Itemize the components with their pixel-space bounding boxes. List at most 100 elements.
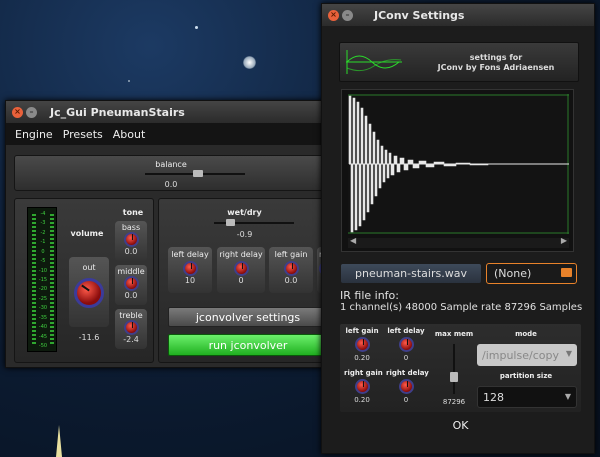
right-gain-label: right gain [344, 369, 383, 377]
volume-value: -11.6 [78, 333, 100, 342]
left-delay-knob[interactable] [182, 261, 198, 276]
balance-value: 0.0 [164, 180, 178, 189]
jconv-header: settings for JConv by Fons Adriaensen [339, 42, 579, 82]
mode-value: /impulse/copy [482, 348, 559, 362]
waveform-scrollbar[interactable]: ◀ ▶ [348, 236, 569, 248]
treble-value: -2.4 [123, 335, 139, 344]
meter-scale-label: -50 [38, 343, 48, 349]
left-delay-control: left delay 0 [386, 327, 426, 362]
volume-knob-box: out [69, 257, 109, 327]
right-delay-value: 0 [238, 276, 244, 285]
ok-button[interactable]: OK [340, 414, 581, 436]
scroll-left-icon[interactable]: ◀ [350, 236, 356, 245]
level-meter: -4 -3 -2 -1 0 -5 -10 -15 -20 -25 -30 -35 -40 -45 -50 [27, 207, 57, 352]
right-gain-control: right gain 0.20 [344, 369, 383, 404]
bass-value: 0.0 [124, 247, 138, 256]
volume-tone-panel: -4 -3 -2 -1 0 -5 -10 -15 -20 -25 -30 -35 -40 -45 -50 v… [14, 198, 154, 363]
right-delay-control: right delay 0 [386, 369, 429, 404]
close-icon[interactable]: × [12, 106, 23, 118]
max-mem-slider-track[interactable] [453, 344, 455, 394]
left-gain-control: left gain 0.20 [344, 327, 380, 362]
max-mem-slider-handle[interactable] [450, 372, 458, 382]
wetdry-label: wet/dry [227, 208, 262, 217]
balance-panel: balance 0.0 [14, 155, 328, 191]
left-gain-label: left gain [345, 327, 379, 335]
bass-knob[interactable] [123, 232, 139, 247]
tone-label: tone [122, 208, 144, 217]
bass-label: bass [121, 223, 141, 232]
meter-scale-label: 0 [41, 248, 45, 255]
meter-scale-label: -5 [40, 258, 46, 265]
meter-scale-label: -40 [38, 324, 48, 331]
partition-size-value: 128 [483, 390, 504, 404]
folder-icon[interactable] [561, 268, 572, 277]
meter-scale-label: -4 [40, 211, 46, 217]
partition-size-select[interactable]: 128 ▼ [477, 386, 577, 408]
meter-bar-right [50, 214, 54, 346]
chevron-down-icon: ▼ [564, 392, 571, 401]
header-line-1: settings for [469, 53, 523, 62]
left-delay-knob[interactable] [398, 337, 414, 352]
left-delay-value: 0 [403, 354, 409, 362]
mode-select[interactable]: /impulse/copy ▼ [477, 344, 577, 366]
ir-file-select[interactable]: (None) [486, 263, 577, 284]
meter-scale-label: -3 [40, 220, 46, 227]
ir-info-label: IR file info: [340, 289, 399, 302]
balance-label: balance [155, 160, 187, 169]
background-star [128, 80, 130, 82]
left-gain-knob[interactable] [283, 261, 299, 276]
balance-slider-handle[interactable] [193, 170, 203, 177]
left-gain-knob[interactable] [354, 337, 370, 352]
run-jconvolver-button[interactable]: run jconvolver [168, 334, 328, 356]
right-gain-value: 0.20 [354, 396, 370, 404]
mini-knob-left-gain: left gain 0.0 [269, 247, 313, 293]
minimize-icon[interactable]: – [342, 9, 353, 21]
background-star [195, 26, 198, 29]
meter-scale-label: -15 [38, 277, 48, 283]
close-icon[interactable]: × [328, 9, 339, 21]
meter-scale-label: -45 [38, 333, 48, 340]
ir-waveform [348, 94, 569, 234]
left-delay-label: left delay [387, 327, 425, 335]
jconvolver-settings-button[interactable]: jconvolver settings [168, 307, 328, 327]
menu-engine[interactable]: Engine [15, 128, 53, 141]
wave-logo-icon [346, 50, 402, 74]
left-gain-value: 0.20 [354, 354, 370, 362]
gain-delay-panel: left gain 0.20 left delay 0 right gain 0… [340, 324, 581, 412]
chevron-down-icon: ▼ [565, 349, 572, 358]
wetdry-value: -0.9 [236, 230, 253, 239]
minimize-icon[interactable]: – [26, 106, 37, 118]
meter-scale-label: -10 [38, 267, 48, 274]
meter-scale: -4 -3 -2 -1 0 -5 -10 -15 -20 -25 -30 -35 -40 -45 -50 [37, 211, 49, 349]
right-gain-knob[interactable] [354, 379, 370, 394]
mini-knob-left-delay: left delay 10 [168, 247, 212, 293]
middle-knob[interactable] [123, 276, 139, 291]
waveform-display: ◀ ▶ [341, 89, 574, 252]
tone-treble: treble -2.4 [115, 309, 147, 349]
jconv-titlebar[interactable]: × – JConv Settings [322, 4, 594, 26]
left-gain-label: left gain [274, 250, 308, 259]
filename-display: pneuman-stairs.wav [341, 264, 481, 283]
meter-scale-label: -25 [38, 295, 48, 302]
mini-knob-right-delay: right delay 0 [217, 247, 265, 293]
left-delay-label: left delay [171, 250, 209, 259]
right-delay-knob[interactable] [398, 379, 414, 394]
right-delay-knob[interactable] [233, 261, 249, 276]
max-mem-value: 87296 [442, 398, 466, 406]
file-select-value: (None) [494, 267, 532, 280]
menu-presets[interactable]: Presets [63, 128, 103, 141]
wetdry-slider-handle[interactable] [226, 219, 235, 226]
ir-info-text: 1 channel(s) 48000 Sample rate 87296 Sam… [340, 302, 583, 313]
volume-knob[interactable] [74, 278, 104, 308]
middle-value: 0.0 [124, 291, 138, 300]
window-title: Jc_Gui PneumanStairs [50, 105, 185, 119]
meter-scale-label: -35 [38, 314, 48, 321]
right-delay-label: right delay [219, 250, 263, 259]
out-label: out [82, 263, 96, 272]
treble-knob[interactable] [123, 320, 139, 335]
jcgui-titlebar[interactable]: × – Jc_Gui PneumanStairs [6, 101, 330, 123]
menu-about[interactable]: About [113, 128, 146, 141]
convolver-panel: wet/dry -0.9 left delay 10 right delay 0… [158, 198, 331, 363]
max-mem-label: max mem [434, 330, 474, 338]
scroll-right-icon[interactable]: ▶ [561, 236, 567, 245]
